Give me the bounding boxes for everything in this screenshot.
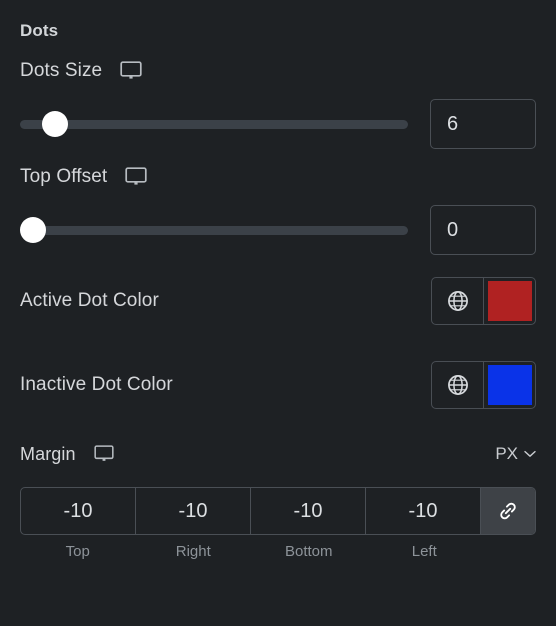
slider-thumb[interactable] [41, 111, 68, 137]
dots-size-slider-row: 6 [20, 95, 536, 153]
top-offset-label-row: Top Offset [20, 153, 536, 201]
slider-track [20, 225, 408, 235]
monitor-icon[interactable] [125, 167, 147, 187]
margin-top-input[interactable]: -10 [21, 488, 136, 534]
dots-size-label: Dots Size [20, 60, 103, 81]
dots-size-label-row: Dots Size [20, 47, 536, 95]
active-color-swatch[interactable] [487, 281, 532, 321]
active-dot-color-control[interactable] [431, 277, 536, 325]
top-offset-input[interactable]: 0 [430, 205, 536, 255]
margin-input-group: -10 -10 -10 -10 [20, 487, 536, 535]
globe-icon[interactable] [432, 278, 484, 324]
margin-header: Margin PX [20, 427, 536, 481]
slider-track [20, 119, 408, 129]
margin-unit-label: PX [495, 444, 518, 463]
margin-label: Margin [20, 443, 76, 464]
monitor-icon[interactable] [94, 445, 114, 463]
inactive-dot-color-row: Inactive Dot Color [20, 343, 536, 427]
link-icon [500, 502, 516, 520]
top-offset-slider-row: 0 [20, 201, 536, 259]
inactive-color-swatch-wrap[interactable] [484, 362, 535, 408]
margin-bottom-label: Bottom [284, 543, 333, 560]
margin-labels: Top Right Bottom Left [20, 543, 536, 560]
margin-top-label: Top [65, 543, 90, 560]
inactive-dot-color-label: Inactive Dot Color [20, 374, 173, 395]
chevron-down-icon [524, 450, 536, 457]
margin-label-spacer [482, 543, 536, 560]
active-dot-color-row: Active Dot Color [20, 259, 536, 343]
top-offset-slider[interactable] [20, 217, 408, 243]
link-values-button[interactable] [481, 488, 535, 534]
monitor-icon[interactable] [120, 61, 142, 81]
active-color-swatch-wrap[interactable] [484, 278, 535, 324]
slider-thumb[interactable] [20, 217, 46, 243]
margin-left-label: Left [411, 543, 437, 560]
section-title: Dots [20, 21, 59, 40]
active-dot-color-label: Active Dot Color [20, 290, 159, 311]
dots-settings-panel: Dots Dots Size 6 Top Offset 0 Active Dot… [0, 0, 556, 626]
dots-size-input[interactable]: 6 [430, 99, 536, 149]
margin-left-input[interactable]: -10 [366, 488, 481, 534]
dots-size-slider[interactable] [20, 111, 408, 137]
top-offset-label: Top Offset [20, 166, 108, 187]
margin-right-label: Right [175, 543, 211, 560]
globe-icon[interactable] [432, 362, 484, 408]
inactive-dot-color-control[interactable] [431, 361, 536, 409]
margin-unit-select[interactable]: PX [495, 444, 536, 464]
margin-bottom-input[interactable]: -10 [251, 488, 366, 534]
inactive-color-swatch[interactable] [487, 365, 532, 405]
margin-right-input[interactable]: -10 [136, 488, 251, 534]
